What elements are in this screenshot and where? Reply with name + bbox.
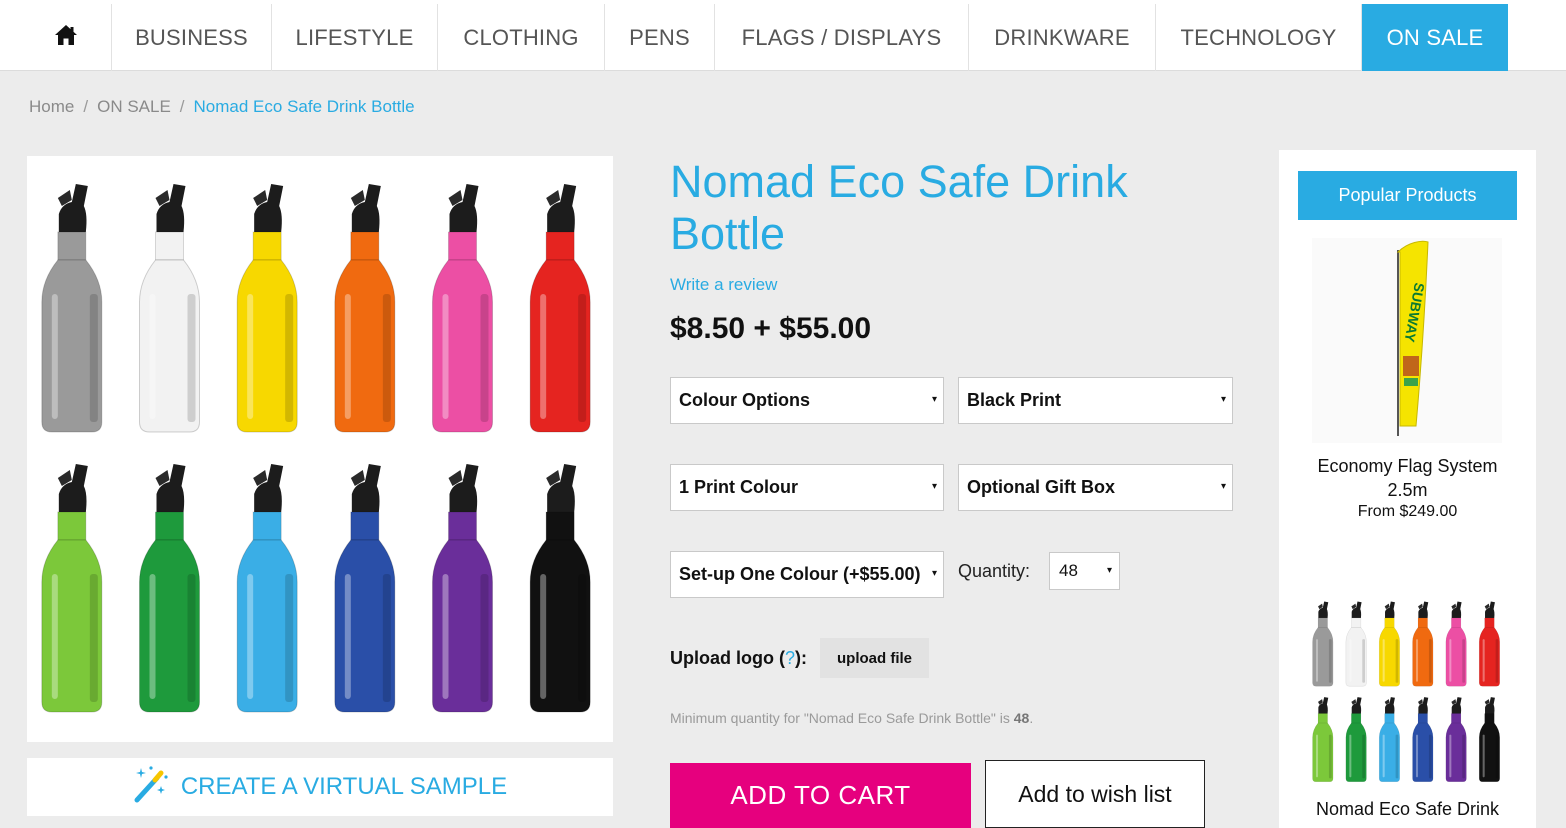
create-virtual-sample-button[interactable]: CREATE A VIRTUAL SAMPLE — [27, 758, 613, 816]
add-to-wishlist-button[interactable]: Add to wish list — [985, 760, 1205, 828]
product-image[interactable] — [27, 156, 613, 742]
chevron-down-icon: ▾ — [1106, 565, 1112, 576]
nav-business[interactable]: BUSINESS — [112, 4, 272, 71]
write-review-link[interactable]: Write a review — [670, 275, 777, 295]
bottle — [236, 464, 298, 713]
bottle — [1345, 697, 1367, 782]
breadcrumb-home[interactable]: Home — [29, 97, 74, 117]
nav-drinkware[interactable]: DRINKWARE — [969, 4, 1156, 71]
nav-clothing[interactable]: CLOTHING — [438, 4, 605, 71]
bottle — [139, 464, 200, 713]
breadcrumb-current: Nomad Eco Safe Drink Bottle — [193, 97, 415, 116]
minimum-note-text: Minimum quantity for "Nomad Eco Safe Dri… — [670, 710, 1014, 726]
bottle — [529, 184, 591, 433]
bottle — [1379, 601, 1400, 687]
nav-pens[interactable]: PENS — [605, 4, 715, 71]
gift-box-select[interactable]: Optional Gift Box ▾ — [958, 464, 1233, 511]
bottle — [1445, 601, 1467, 687]
minimum-quantity-note: Minimum quantity for "Nomad Eco Safe Dri… — [670, 710, 1033, 726]
flag-product-name[interactable]: Economy Flag System 2.5m — [1298, 454, 1517, 502]
setup-select[interactable]: Set-up One Colour (+$55.00) ▾ — [670, 551, 944, 598]
quantity-label: Quantity: — [958, 561, 1031, 581]
bottle — [1412, 601, 1434, 687]
bottle — [236, 184, 298, 433]
upload-logo-label-text: Upload logo ( — [670, 648, 785, 668]
bottle — [432, 184, 493, 433]
home-icon — [54, 24, 78, 52]
bottle-product-name[interactable]: Nomad Eco Safe Drink — [1298, 799, 1517, 820]
chevron-down-icon: ▾ — [931, 394, 937, 405]
bottle — [1412, 697, 1434, 782]
bottle — [41, 464, 103, 713]
bottle — [334, 184, 396, 433]
bottle — [41, 184, 103, 433]
quantity-select[interactable]: 48 ▾ — [1049, 552, 1120, 590]
bottle — [334, 464, 396, 713]
popular-products-header: Popular Products — [1298, 171, 1517, 220]
bottle-product-image[interactable] — [1298, 592, 1517, 792]
flag-product-price: From $249.00 — [1357, 503, 1458, 520]
flag-product-image[interactable]: SUBWAY — [1312, 238, 1502, 443]
minimum-note-value: 48 — [1013, 710, 1030, 726]
colour-options-select[interactable]: Colour Options ▾ — [670, 377, 944, 424]
nav-technology[interactable]: TECHNOLOGY — [1156, 4, 1362, 71]
minimum-note-end: . — [1029, 710, 1034, 726]
top-navigation: BUSINESS LIFESTYLE CLOTHING PENS FLAGS /… — [0, 0, 1566, 71]
breadcrumb-separator: / — [83, 97, 89, 116]
breadcrumb: Home / ON SALE / Nomad Eco Safe Drink Bo… — [29, 97, 415, 117]
bottle — [1312, 697, 1334, 782]
nav-home[interactable] — [20, 4, 112, 71]
breadcrumb-separator: / — [179, 97, 185, 116]
gift-box-value: Optional Gift Box — [967, 477, 1115, 497]
upload-file-button[interactable]: upload file — [820, 638, 929, 678]
bottle-grid-image — [41, 184, 591, 713]
bottle — [529, 464, 591, 713]
bottle — [1479, 601, 1500, 687]
upload-logo-label: Upload logo (?): — [670, 648, 807, 669]
nav-flags-displays[interactable]: FLAGS / DISPLAYS — [715, 4, 969, 71]
chevron-down-icon: ▾ — [1220, 481, 1226, 492]
product-title: Nomad Eco Safe Drink Bottle — [670, 156, 1128, 259]
chevron-down-icon: ▾ — [1220, 394, 1226, 405]
nav-lifestyle[interactable]: LIFESTYLE — [272, 4, 438, 71]
bottle — [1312, 601, 1334, 687]
bottle — [1445, 697, 1467, 782]
virtual-sample-label: CREATE A VIRTUAL SAMPLE — [180, 773, 508, 800]
bottle — [1345, 601, 1367, 687]
bottle — [139, 184, 200, 433]
print-colours-select[interactable]: 1 Print Colour ▾ — [670, 464, 944, 511]
nav-on-sale[interactable]: ON SALE — [1362, 4, 1508, 71]
popular-products-sidebar: Popular Products SUBWAY Economy Flag Sys… — [1279, 150, 1536, 828]
upload-help-link[interactable]: ? — [785, 648, 795, 668]
chevron-down-icon: ▾ — [931, 481, 937, 492]
print-type-select[interactable]: Black Print ▾ — [958, 377, 1233, 424]
colour-options-value: Colour Options — [679, 390, 810, 410]
magic-wand-icon — [133, 764, 169, 811]
quantity-value: 48 — [1059, 561, 1078, 580]
chevron-down-icon: ▾ — [931, 568, 937, 579]
add-to-cart-button[interactable]: ADD TO CART — [670, 763, 971, 828]
setup-value: Set-up One Colour (+$55.00) — [679, 564, 921, 584]
print-colours-value: 1 Print Colour — [679, 477, 799, 497]
product-price: $8.50 + $55.00 — [670, 312, 872, 345]
bottle — [1479, 697, 1500, 782]
bottle — [432, 464, 493, 713]
breadcrumb-category[interactable]: ON SALE — [97, 97, 171, 117]
print-type-value: Black Print — [967, 390, 1062, 410]
bottle — [1379, 697, 1400, 782]
upload-logo-label-end: ): — [795, 648, 807, 668]
